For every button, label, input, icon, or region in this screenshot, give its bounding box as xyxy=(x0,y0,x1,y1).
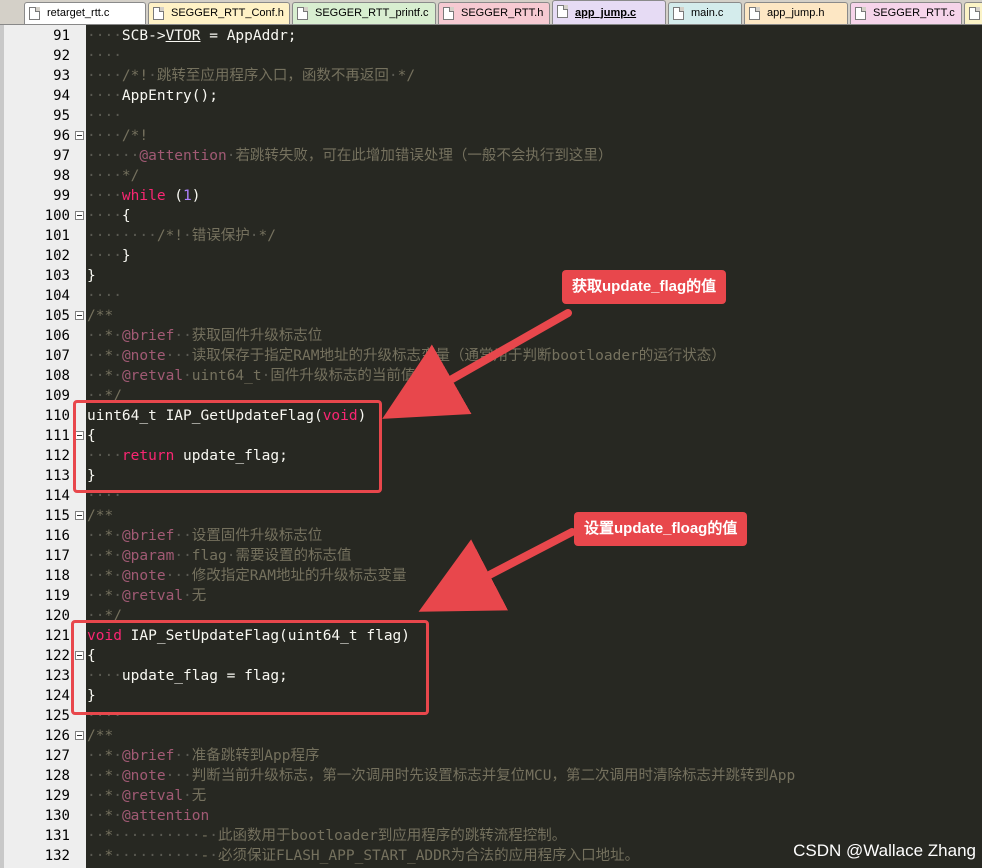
csdn-watermark: CSDN @Wallace Zhang xyxy=(793,841,976,860)
arrow-to-get-function xyxy=(382,309,572,419)
callout-set-update-flag: 设置update_floag的值 xyxy=(574,512,748,546)
callout-get-update-flag: 获取update_flag的值 xyxy=(562,270,727,304)
annotation-arrows xyxy=(382,309,576,612)
arrow-to-set-function xyxy=(418,528,576,612)
